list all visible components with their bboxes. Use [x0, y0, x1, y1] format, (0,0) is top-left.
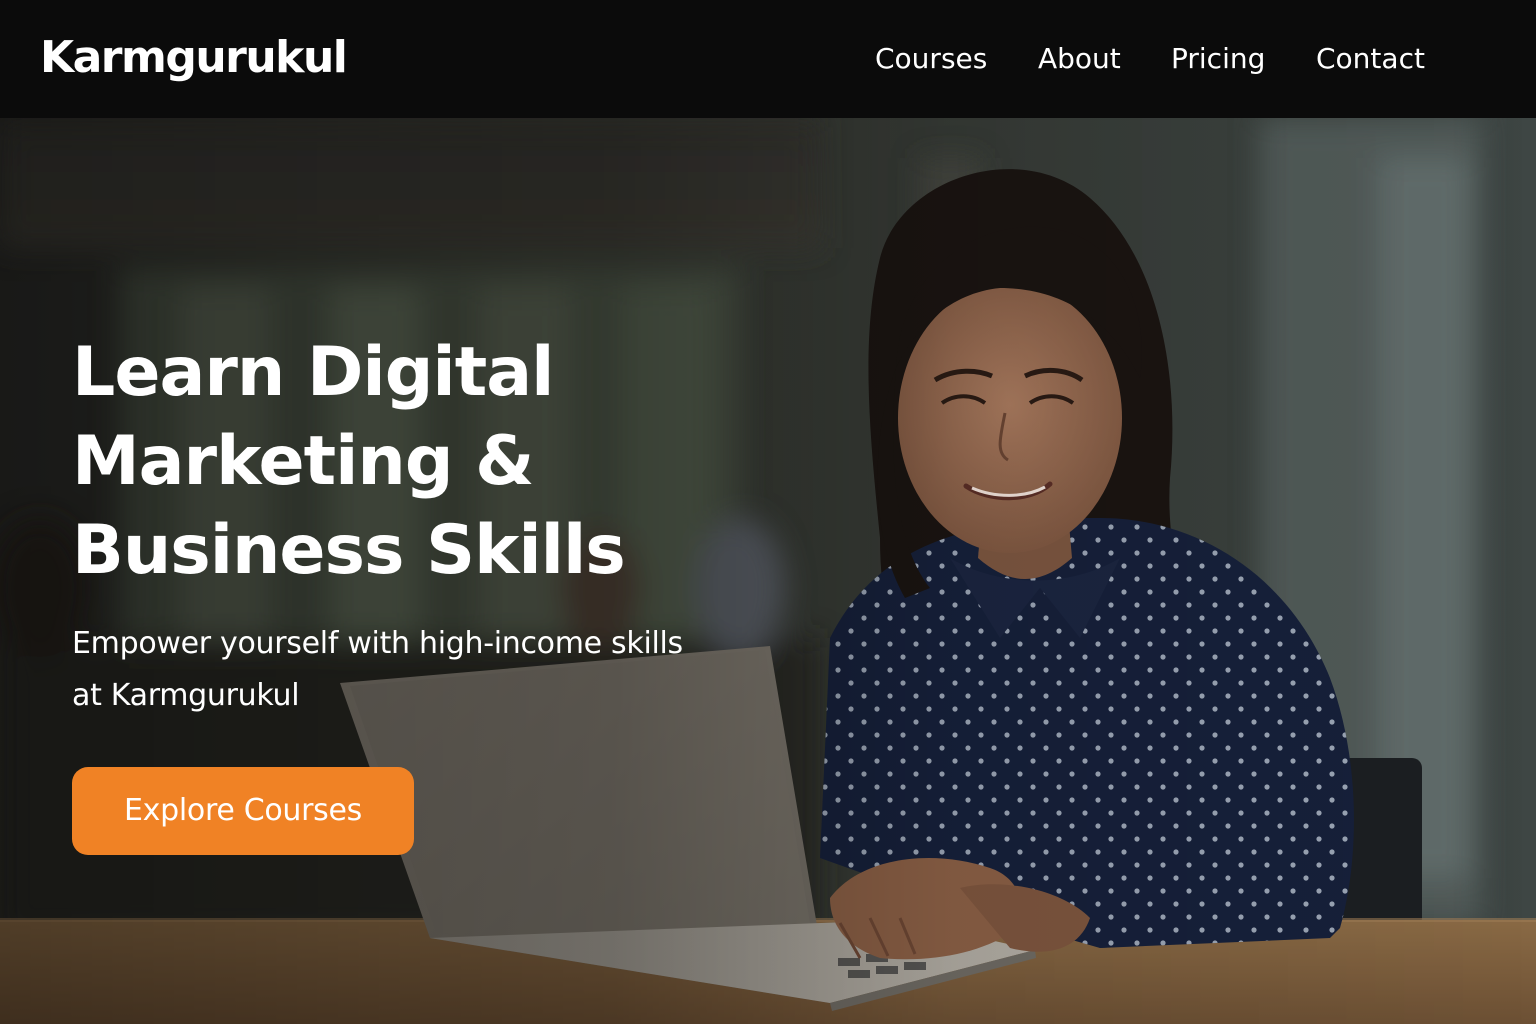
explore-courses-button[interactable]: Explore Courses: [72, 767, 414, 855]
hero-title: Learn Digital Marketing & Business Skill…: [72, 328, 772, 595]
hero-title-line: Learn Digital: [72, 333, 554, 412]
hero-subtitle: Empower yourself with high-income skills…: [72, 618, 792, 722]
nav-link-contact[interactable]: Contact: [1316, 40, 1425, 78]
nav-link-pricing[interactable]: Pricing: [1171, 40, 1265, 78]
hero-title-line: Marketing &: [72, 422, 534, 501]
main-nav: Courses About Pricing Contact: [0, 40, 1536, 80]
site-header: Karmgurukul Courses About Pricing Contac…: [0, 0, 1536, 118]
hero-subtitle-line: at Karmgurukul: [72, 678, 300, 713]
nav-link-about[interactable]: About: [1038, 40, 1121, 78]
nav-link-courses[interactable]: Courses: [875, 40, 987, 78]
hero-subtitle-line: Empower yourself with high-income skills: [72, 626, 683, 661]
landing-page: Karmgurukul Courses About Pricing Contac…: [0, 0, 1536, 1024]
hero-title-line: Business Skills: [72, 511, 626, 590]
hero-section: Learn Digital Marketing & Business Skill…: [0, 118, 1536, 1024]
